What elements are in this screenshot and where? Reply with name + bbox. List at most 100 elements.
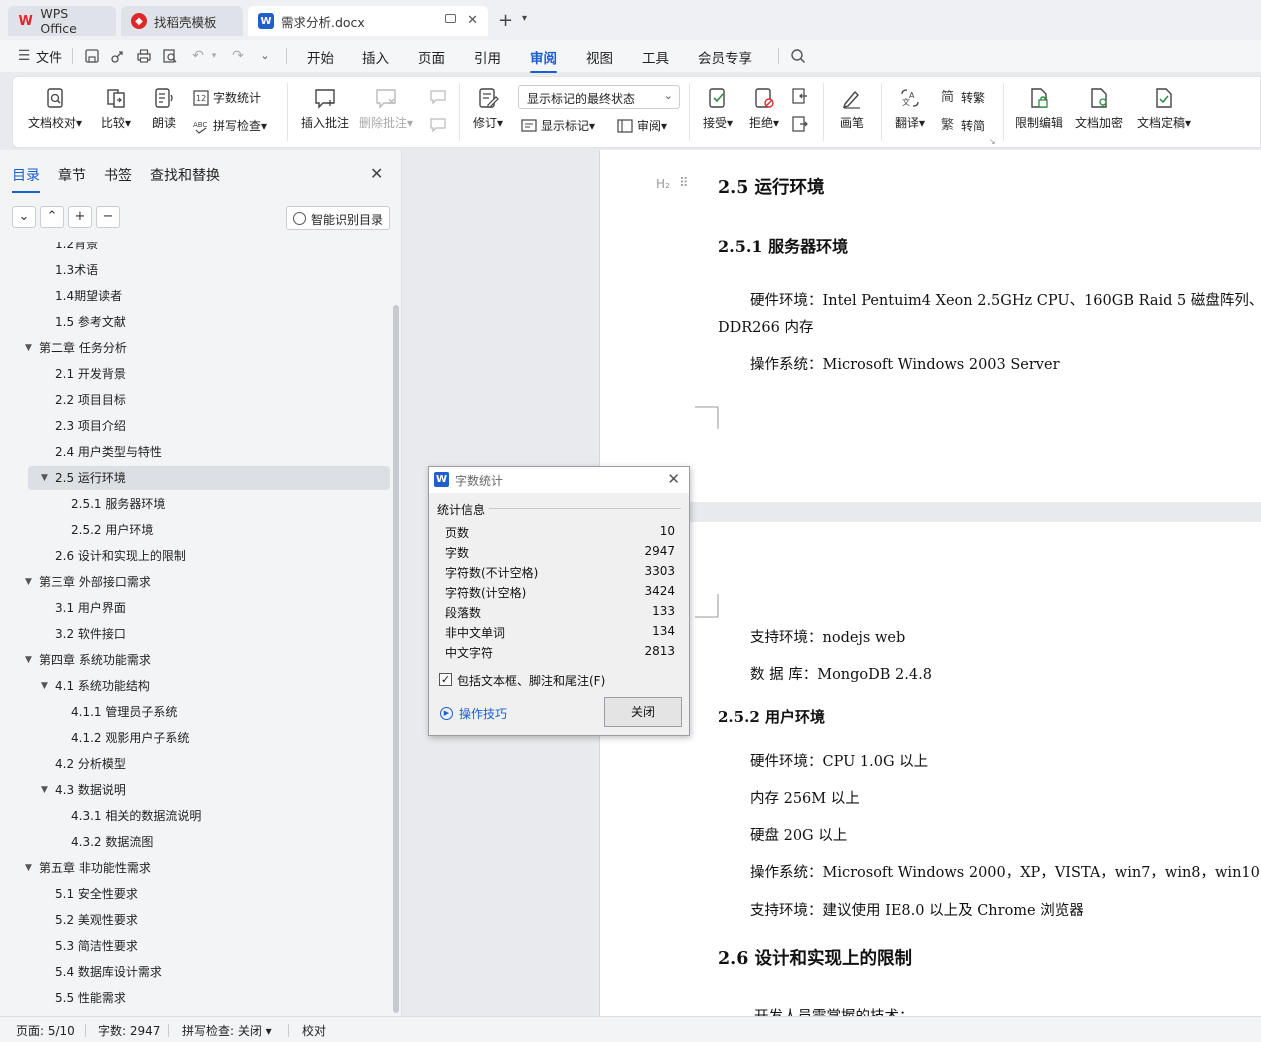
group-expand-icon[interactable]: ↘ [989,137,996,146]
add-heading-button[interactable]: + [68,206,92,228]
more-chevron-icon[interactable]: ⌄ [257,48,273,64]
toc-item[interactable]: 1.4期望读者 [28,284,390,308]
remove-heading-button[interactable]: − [96,206,120,228]
toc-item[interactable]: ▼ 2.5 运行环境 [28,466,390,490]
toc-item[interactable]: ▼ 第五章 非功能性需求 [25,856,390,880]
toc-item[interactable]: 1.5 参考文献 [28,310,390,334]
menu-tools[interactable]: 工具 [642,47,669,67]
toc-item[interactable]: 3.2 软件接口 [28,622,390,646]
close-button[interactable]: 关闭 [604,697,682,727]
tab-bookmarks[interactable]: 书签 [104,165,132,185]
toc-item[interactable]: 5.3 简洁性要求 [28,934,390,958]
tab-wps-office[interactable]: W WPS Office [8,6,116,36]
file-menu[interactable]: 文件 [36,47,62,66]
expand-caret-icon[interactable]: ▼ [25,336,32,360]
print-preview-icon[interactable] [162,48,178,64]
previous-comment-icon[interactable] [429,89,447,108]
toc-item[interactable]: 2.2 项目目标 [28,388,390,412]
toc-item[interactable]: 5.5 性能需求 [28,986,390,1010]
proofread-status[interactable]: 校对 [302,1022,326,1039]
expand-caret-icon[interactable]: ▼ [25,570,32,594]
compare-button[interactable]: 比较▾ [95,86,137,131]
word-count-indicator[interactable]: 字数: 2947 [98,1022,160,1039]
to-traditional-button[interactable]: 简 转繁 [941,89,985,106]
search-icon[interactable] [790,48,806,64]
close-icon[interactable]: ✕ [667,470,680,488]
encrypt-button[interactable]: 文档加密 [1073,86,1125,131]
menu-home[interactable]: 开始 [307,47,334,67]
delete-comment-button[interactable]: 删除批注▾ [359,86,413,131]
expand-caret-icon[interactable]: ▼ [41,466,48,490]
revise-button[interactable]: 修订▾ [469,86,507,131]
hamburger-menu-icon[interactable]: ☰ [16,48,32,64]
menu-page[interactable]: 页面 [418,47,445,67]
show-markup-button[interactable]: 显示标记 ▾ [521,117,595,134]
word-count-button[interactable]: 12 字数统计 [193,89,261,106]
accept-button[interactable]: 接受▾ [699,86,737,131]
toc-scrollbar[interactable] [393,305,399,1013]
expand-caret-icon[interactable]: ▼ [25,856,32,880]
toc-item[interactable]: 3.1 用户界面 [28,596,390,620]
menu-view[interactable]: 视图 [586,47,613,67]
expand-caret-icon[interactable]: ▼ [41,674,48,698]
toc-item[interactable]: 4.1.2 观影用户子系统 [28,726,390,750]
spell-check-button[interactable]: ABC 拼写检查 ▾ [193,117,267,134]
close-icon[interactable]: ✕ [370,164,383,183]
toc-item[interactable]: 5.4 数据库设计需求 [28,960,390,984]
expand-caret-icon[interactable]: ▼ [41,778,48,802]
chevron-down-icon[interactable]: ▾ [206,48,222,64]
toc-item[interactable]: 2.5.2 用户环境 [28,518,390,542]
toc-item[interactable]: 1.2背景 [28,242,390,256]
chevron-down-icon[interactable]: ▾ [522,13,527,24]
document-page[interactable] [599,150,1261,502]
menu-member[interactable]: 会员专享 [698,47,752,67]
new-tab-icon[interactable]: + [498,10,513,31]
translate-button[interactable]: A文 翻译▾ [891,86,929,131]
smart-toc-button[interactable]: 智能识别目录 [286,206,390,230]
spell-check-status[interactable]: 拼写检查: 关闭 ▾ [182,1022,272,1039]
review-pane-button[interactable]: 审阅 ▾ [617,117,667,134]
menu-insert[interactable]: 插入 [362,47,389,67]
include-footnotes-label[interactable]: 包括文本框、脚注和尾注(F) [457,672,605,689]
finalize-button[interactable]: 文档定稿▾ [1133,86,1195,131]
save-icon[interactable] [84,48,100,64]
window-mode-icon[interactable] [445,14,456,23]
next-change-icon[interactable] [791,115,809,136]
toc-item[interactable]: ▼ 第三章 外部接口需求 [25,570,390,594]
toc-item[interactable]: 4.1.1 管理员子系统 [28,700,390,724]
toc-item[interactable]: 2.1 开发背景 [28,362,390,386]
collapse-all-button[interactable]: ⌄ [12,206,36,228]
toc-item[interactable]: ▼ 第四章 系统功能需求 [25,648,390,672]
expand-caret-icon[interactable]: ▼ [25,648,32,672]
read-aloud-button[interactable]: 朗读 [147,86,181,131]
tab-docer-templates[interactable]: ◆ 找稻壳模板 [121,6,243,36]
toc-item[interactable]: 1.3术语 [28,258,390,282]
reject-button[interactable]: 拒绝▾ [745,86,783,131]
menu-references[interactable]: 引用 [474,47,501,67]
insert-comment-button[interactable]: 插入批注 [299,86,351,131]
toc-item[interactable]: 5.2 美观性要求 [28,908,390,932]
tab-toc[interactable]: 目录 [12,165,40,193]
toc-item[interactable]: 2.5.1 服务器环境 [28,492,390,516]
tab-find-replace[interactable]: 查找和替换 [150,165,220,185]
drag-handle-icon[interactable]: ⠿ [679,176,689,191]
to-simplified-button[interactable]: 繁 转简 [941,117,985,134]
undo-icon[interactable]: ↶ [190,48,206,64]
heading-level-marker[interactable]: H₂ [656,177,670,191]
toc-item[interactable]: 2.3 项目介绍 [28,414,390,438]
tab-chapters[interactable]: 章节 [58,165,86,185]
toc-item[interactable]: ▼ 4.3 数据说明 [28,778,390,802]
tips-link[interactable]: ▶ 操作技巧 [440,705,507,722]
toc-item[interactable]: 4.2 分析模型 [28,752,390,776]
expand-up-button[interactable]: ⌃ [40,206,64,228]
toc-item[interactable]: 2.4 用户类型与特性 [28,440,390,464]
restrict-edit-button[interactable]: 限制编辑 [1013,86,1065,131]
toc-item[interactable]: ▼ 第二章 任务分析 [25,336,390,360]
toc-item[interactable]: 2.6 设计和实现上的限制 [28,544,390,568]
toc-item[interactable]: 4.3.2 数据流图 [28,830,390,854]
previous-change-icon[interactable] [791,87,809,108]
toc-item[interactable]: ▼ 4.1 系统功能结构 [28,674,390,698]
menu-review[interactable]: 审阅 [530,47,557,73]
redo-icon[interactable]: ↷ [230,48,246,64]
share-icon[interactable] [110,48,126,64]
